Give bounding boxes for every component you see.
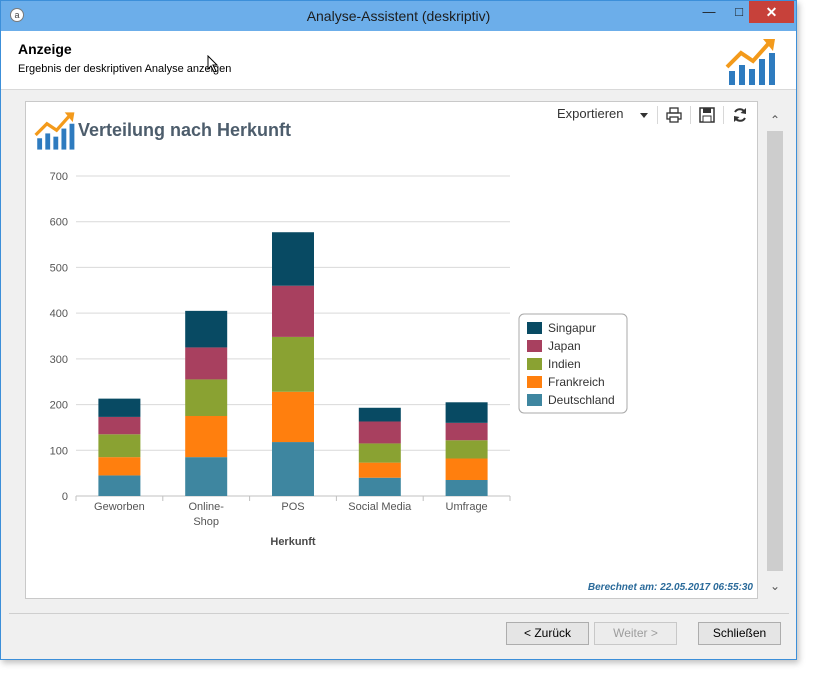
legend-label: Frankreich xyxy=(548,375,605,389)
y-tick-label: 100 xyxy=(50,445,68,457)
chart-panel: 0 100 200 300 400 500 600 700 Geworben Online- Sho… xyxy=(25,101,758,599)
page-title: Anzeige xyxy=(18,41,72,57)
y-tick-label: 500 xyxy=(50,262,68,274)
toolbar-divider xyxy=(657,106,658,124)
window-title: Analyse-Assistent (deskriptiv) xyxy=(306,8,491,24)
bar-segment xyxy=(185,416,228,458)
scroll-thumb[interactable] xyxy=(767,131,783,571)
x-axis-title: Herkunft xyxy=(270,536,316,548)
legend-swatch xyxy=(527,358,542,370)
x-tick-label: Online- xyxy=(188,501,224,513)
y-tick-label: 200 xyxy=(50,400,68,412)
y-tick-label: 0 xyxy=(62,491,68,503)
wizard-header: Anzeige Ergebnis der deskriptiven Analys… xyxy=(1,31,796,90)
toolbar-divider xyxy=(690,106,691,124)
bar-segment xyxy=(358,443,401,463)
chevron-down-icon[interactable] xyxy=(640,113,648,118)
close-window-button[interactable]: ✕ xyxy=(749,1,794,23)
legend-swatch xyxy=(527,394,542,406)
y-tick-label: 300 xyxy=(50,354,68,366)
bar-segment xyxy=(445,480,488,496)
bar-segment xyxy=(358,421,401,444)
toolbar-divider xyxy=(723,106,724,124)
export-dropdown[interactable]: Exportieren xyxy=(557,106,623,121)
back-button[interactable]: < Zurück xyxy=(506,622,589,645)
bar-segment xyxy=(445,458,488,480)
legend-label: Indien xyxy=(548,357,581,371)
bar-segment xyxy=(185,457,228,496)
legend-label: Deutschland xyxy=(548,393,615,407)
bar-segment xyxy=(358,477,401,496)
analysis-logo-icon xyxy=(725,39,775,85)
y-tick-label: 600 xyxy=(50,217,68,229)
legend-swatch xyxy=(527,340,542,352)
mouse-cursor-icon xyxy=(207,55,219,73)
bar-segment xyxy=(272,285,314,337)
bar-segment xyxy=(272,391,314,443)
save-icon[interactable] xyxy=(698,106,716,124)
chart-logo-icon xyxy=(34,112,75,150)
legend-label: Singapur xyxy=(548,321,596,335)
bar-segment xyxy=(98,434,141,458)
next-button[interactable]: Weiter > xyxy=(594,622,677,645)
x-tick-label: Shop xyxy=(193,516,219,528)
close-button[interactable]: Schließen xyxy=(698,622,781,645)
y-tick-label: 700 xyxy=(50,171,68,183)
bar-segment xyxy=(272,232,314,286)
bar-segment xyxy=(358,462,401,478)
chart-title: Verteilung nach Herkunft xyxy=(78,120,292,140)
print-icon[interactable] xyxy=(665,106,683,124)
bar-segment xyxy=(445,440,488,459)
x-tick-label: Umfrage xyxy=(446,501,488,513)
vertical-scrollbar[interactable]: ⌃ ⌄ xyxy=(766,103,784,597)
bar-segment xyxy=(98,475,141,496)
bar-segment xyxy=(98,398,141,417)
legend-label: Japan xyxy=(548,339,581,353)
bar-segment xyxy=(185,310,228,348)
stacked-bar-chart: 0 100 200 300 400 500 600 700 Geworben Online- Sho… xyxy=(50,171,628,548)
bar-segment xyxy=(272,336,314,392)
page-subtitle: Ergebnis der deskriptiven Analyse anzeig… xyxy=(18,63,232,75)
computed-timestamp: Berechnet am: 22.05.2017 06:55:30 xyxy=(587,582,753,593)
x-tick-label: POS xyxy=(281,501,304,513)
y-tick-label: 400 xyxy=(50,308,68,320)
bar-segment xyxy=(98,416,141,435)
scroll-up-icon[interactable]: ⌃ xyxy=(766,109,784,131)
footer-divider xyxy=(9,613,789,614)
legend-swatch xyxy=(527,376,542,388)
bar-segment xyxy=(185,379,228,416)
title-bar[interactable]: a Analyse-Assistent (deskriptiv) — □ ✕ xyxy=(1,1,796,31)
scroll-down-icon[interactable]: ⌄ xyxy=(766,575,784,597)
bar-segment xyxy=(445,402,488,423)
x-tick-label: Geworben xyxy=(94,501,145,513)
bar-segment xyxy=(358,407,401,422)
wizard-window: a Analyse-Assistent (deskriptiv) — □ ✕ A… xyxy=(0,0,797,660)
bar-segment xyxy=(445,422,488,441)
x-tick-label: Social Media xyxy=(348,501,412,513)
bar-segment xyxy=(272,442,314,496)
minimize-button[interactable]: — xyxy=(694,1,724,23)
bar-segment xyxy=(185,347,228,380)
refresh-icon[interactable] xyxy=(731,106,749,124)
bar-segment xyxy=(98,457,141,476)
legend-swatch xyxy=(527,322,542,334)
